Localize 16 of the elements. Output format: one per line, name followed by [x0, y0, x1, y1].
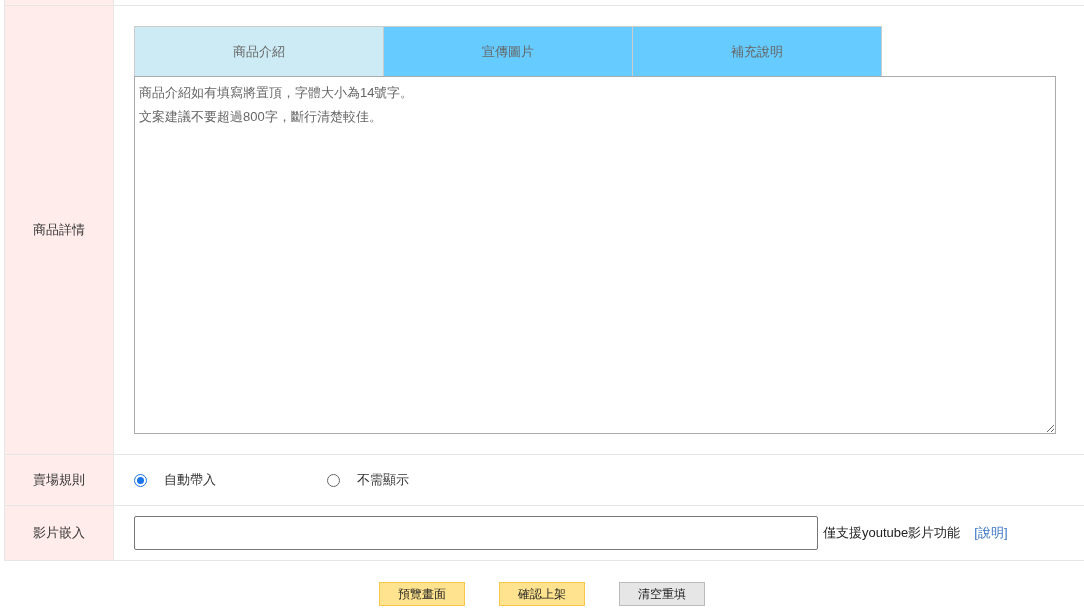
action-button[interactable]: 確認上架	[499, 582, 585, 606]
placeholder-text: 商品介紹如有填寫將置頂，字體大小為14號字。	[139, 84, 414, 102]
help-link[interactable]: [說明]	[974, 524, 1008, 542]
row-label: 影片嵌入	[33, 524, 85, 542]
tab[interactable]: 宣傳圖片	[383, 26, 633, 76]
placeholder-text: 文案建議不要超過800字，斷行清楚較佳。	[139, 108, 382, 126]
radio-label: 自動帶入	[164, 471, 216, 489]
action-button[interactable]: 預覽畫面	[379, 582, 465, 606]
row-label: 賣場規則	[33, 471, 85, 489]
video-url-field[interactable]	[134, 516, 818, 550]
tab[interactable]: 商品介紹	[134, 26, 384, 76]
tab[interactable]: 補充說明	[632, 26, 882, 76]
action-button[interactable]: 清空重填	[619, 582, 705, 606]
row-label: 商品詳情	[33, 221, 85, 239]
radio-label: 不需顯示	[357, 471, 409, 489]
video-note: 僅支援youtube影片功能	[823, 524, 961, 542]
